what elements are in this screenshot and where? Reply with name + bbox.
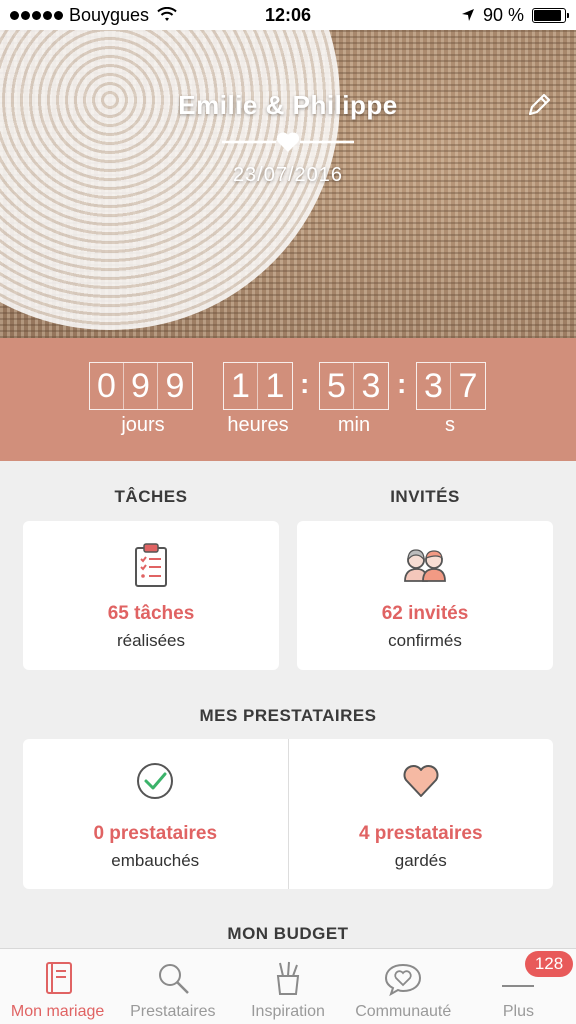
tasks-sub: réalisées xyxy=(116,631,186,650)
tab-label: Prestataires xyxy=(130,1003,216,1020)
days-label: jours xyxy=(121,414,165,436)
carrier-name: Bouygues xyxy=(69,4,150,25)
status-left: Bouygues xyxy=(10,5,177,26)
hired-vendors[interactable]: 0 prestataires embauchés xyxy=(23,739,288,889)
tasks-card[interactable]: 65 tâches réalisées xyxy=(23,521,279,670)
hired-sub: embauchés xyxy=(111,851,200,870)
minutes-digits: 5 3 xyxy=(319,362,389,410)
hours-digits: 1 1 xyxy=(223,362,293,410)
hours-digit: 1 xyxy=(265,366,285,405)
minutes-digit: 3 xyxy=(361,366,381,405)
tab-communaute[interactable]: Communauté xyxy=(346,949,461,1024)
vendors-title: MES PRESTATAIRES xyxy=(199,706,377,725)
battery-icon xyxy=(532,7,569,23)
colon-separator: : xyxy=(397,368,407,399)
seconds-digit: 7 xyxy=(458,366,478,405)
notebook-icon xyxy=(45,962,72,994)
tab-inspiration[interactable]: Inspiration xyxy=(230,949,345,1024)
tasks-count: 65 tâches xyxy=(107,603,195,624)
location-arrow-icon xyxy=(461,9,474,21)
tab-plus[interactable]: 128 Plus xyxy=(461,949,576,1024)
days-digit: 9 xyxy=(165,366,185,405)
signal-icon xyxy=(10,10,63,20)
hours-label: heures xyxy=(227,414,289,436)
pencil-cup-icon xyxy=(276,961,300,995)
edit-pencil-icon[interactable] xyxy=(524,90,554,120)
guests-card[interactable]: 62 invités confirmés xyxy=(297,521,553,670)
minutes-label: min xyxy=(337,414,371,436)
tab-mon-mariage[interactable]: Mon mariage xyxy=(0,949,115,1024)
minutes-digit: 5 xyxy=(320,363,354,409)
seconds-digit: 3 xyxy=(417,363,451,409)
days-digits: 0 9 9 xyxy=(89,362,193,410)
status-right: 90 % xyxy=(461,4,569,26)
budget-title: MON BUDGET xyxy=(227,924,349,943)
chat-heart-icon xyxy=(385,963,422,997)
guests-count: 62 invités xyxy=(381,603,469,624)
hero-banner: Emilie & Philippe 23/07/2016 xyxy=(0,30,576,338)
vendors-card: 0 prestataires embauchés 4 prestataires … xyxy=(23,739,553,889)
heart-icon xyxy=(403,765,439,797)
guests-sub: confirmés xyxy=(388,631,462,650)
hired-count: 0 prestataires xyxy=(93,823,218,844)
notification-badge: 128 xyxy=(524,951,574,977)
wedding-date: 23/07/2016 xyxy=(232,164,344,186)
colon-separator: : xyxy=(300,368,310,399)
tab-bar: Mon mariage Prestataires Inspiration Com… xyxy=(0,948,576,1024)
clipboard-checklist-icon xyxy=(135,543,167,587)
countdown: 0 9 9 1 1 : 5 3 : 3 7 xyxy=(0,338,576,461)
search-icon xyxy=(158,964,189,994)
couple-names: Emilie & Philippe xyxy=(178,90,398,120)
saved-vendors[interactable]: 4 prestataires gardés xyxy=(287,739,554,889)
days-digit: 9 xyxy=(124,363,158,409)
heart-divider-icon xyxy=(222,132,354,152)
battery-percent: 90 % xyxy=(482,4,524,25)
status-bar: Bouygues 12:06 90 % xyxy=(0,0,576,30)
seconds-digits: 3 7 xyxy=(416,362,486,410)
tab-label: Communauté xyxy=(355,1003,452,1020)
checkmark-circle-icon xyxy=(137,763,174,799)
saved-sub: gardés xyxy=(394,851,447,870)
tasks-title: TÂCHES xyxy=(114,487,188,506)
tab-prestataires[interactable]: Prestataires xyxy=(115,949,230,1024)
tab-label: Inspiration xyxy=(251,1003,325,1020)
couple-guests-icon xyxy=(404,549,446,582)
saved-count: 4 prestataires xyxy=(358,823,483,844)
hours-digit: 1 xyxy=(224,363,258,409)
wifi-icon xyxy=(157,7,177,21)
days-digit: 0 xyxy=(90,363,124,409)
tab-label: Mon mariage xyxy=(10,1003,105,1020)
seconds-label: s xyxy=(445,414,455,436)
guests-title: INVITÉS xyxy=(390,487,460,506)
tab-label: Plus xyxy=(502,1003,534,1020)
